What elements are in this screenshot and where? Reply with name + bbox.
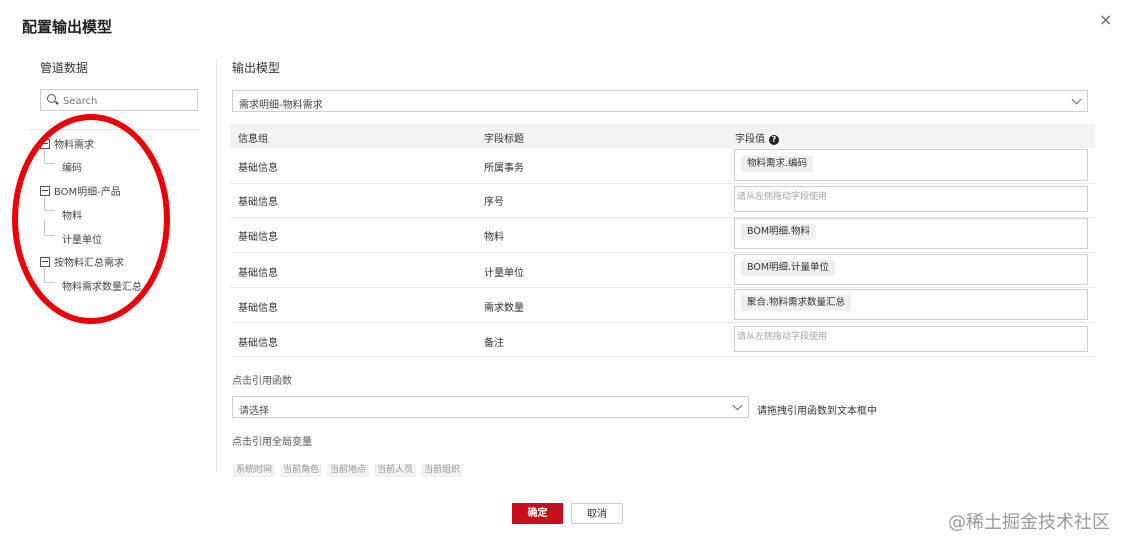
table-row: 基础信息 需求数量 聚合.物料需求数量汇总 <box>230 287 1095 323</box>
global-vars-list: 系统时间 当前角色 当前地点 当前人员 当前组织 <box>233 457 468 477</box>
global-var-system-time[interactable]: 系统时间 <box>233 464 276 477</box>
tree-node-aggregate-demand[interactable]: 按物料汇总需求 <box>40 254 124 269</box>
field-value-box[interactable]: 请从左侧拖动字段使用 <box>734 186 1088 212</box>
function-select-placeholder: 请选择 <box>239 406 269 417</box>
tree-leaf-unit[interactable]: 计量单位 <box>62 231 102 246</box>
output-model-select[interactable]: 需求明细-物料需求 <box>232 90 1088 112</box>
function-hint: 请拖拽引用函数到文本框中 <box>757 406 877 417</box>
tree-leaf-material[interactable]: 物料 <box>62 207 82 222</box>
close-icon[interactable]: × <box>1099 10 1112 29</box>
field-chip[interactable]: 物料需求.编码 <box>741 156 814 172</box>
dialog-title: 配置输出模型 <box>22 18 113 36</box>
row-group: 基础信息 <box>238 303 278 314</box>
header-field-title: 字段标题 <box>484 134 524 145</box>
output-model-title: 输出模型 <box>232 61 281 75</box>
global-var-current-org[interactable]: 当前组织 <box>421 464 464 477</box>
header-field-value: 字段值? <box>735 130 779 145</box>
output-model-value: 需求明细-物料需求 <box>239 100 323 111</box>
field-value-box[interactable]: 物料需求.编码 <box>734 149 1088 181</box>
field-value-box[interactable]: 聚合.物料需求数量汇总 <box>734 289 1088 320</box>
chevron-down-icon <box>732 400 743 411</box>
tree-connector <box>44 150 55 164</box>
table-row: 基础信息 备注 请从左侧拖动字段使用 <box>230 322 1095 357</box>
row-group: 基础信息 <box>238 268 278 279</box>
table-row: 基础信息 序号 请从左侧拖动字段使用 <box>230 183 1095 218</box>
tree-connector <box>44 220 55 236</box>
pipeline-data-title: 管道数据 <box>40 61 89 75</box>
row-field: 需求数量 <box>484 303 524 314</box>
tree-leaf-code[interactable]: 编码 <box>62 159 82 174</box>
tree-leaf-demand-sum[interactable]: 物料需求数量汇总 <box>62 278 142 293</box>
help-icon[interactable]: ? <box>769 135 779 145</box>
field-value-box[interactable]: BOM明细.计量单位 <box>734 254 1088 285</box>
search-icon <box>47 94 56 103</box>
row-field: 计量单位 <box>484 268 524 279</box>
field-value-box[interactable]: BOM明细.物料 <box>734 218 1088 249</box>
field-placeholder: 请从左侧拖动字段使用 <box>737 192 828 202</box>
collapse-icon[interactable] <box>40 186 50 196</box>
row-group: 基础信息 <box>238 163 278 174</box>
global-var-current-location[interactable]: 当前地点 <box>327 464 370 477</box>
search-input[interactable] <box>61 92 195 110</box>
field-chip[interactable]: BOM明细.物料 <box>741 224 817 240</box>
row-field: 备注 <box>484 338 504 349</box>
table-row: 基础信息 计量单位 BOM明细.计量单位 <box>230 252 1095 288</box>
tree-connector <box>44 268 55 283</box>
table-header: 信息组 字段标题 字段值? <box>230 124 1095 148</box>
confirm-button[interactable]: 确定 <box>512 503 563 524</box>
chevron-down-icon <box>1071 94 1082 105</box>
panel-divider <box>216 58 217 472</box>
tree-node-material-demand[interactable]: 物料需求 <box>40 136 94 151</box>
function-label: 点击引用函数 <box>232 376 292 387</box>
global-var-current-user[interactable]: 当前人员 <box>374 464 417 477</box>
collapse-icon[interactable] <box>40 257 50 267</box>
field-placeholder: 请从左侧拖动字段使用 <box>737 332 828 342</box>
tree-divider <box>28 129 200 130</box>
global-var-current-role[interactable]: 当前角色 <box>280 464 323 477</box>
field-value-box[interactable]: 请从左侧拖动字段使用 <box>734 326 1088 352</box>
field-chip[interactable]: 聚合.物料需求数量汇总 <box>741 295 852 311</box>
function-select[interactable]: 请选择 <box>232 396 749 418</box>
row-group: 基础信息 <box>238 232 278 243</box>
table-row: 基础信息 所属事务 物料需求.编码 <box>230 148 1095 184</box>
tree-connector <box>44 197 55 211</box>
cancel-button[interactable]: 取消 <box>571 503 623 524</box>
collapse-icon[interactable] <box>40 139 50 149</box>
field-chip[interactable]: BOM明细.计量单位 <box>741 260 836 276</box>
row-field: 物料 <box>484 232 504 243</box>
tree-node-bom-detail[interactable]: BOM明细-产品 <box>40 183 121 198</box>
header-info-group: 信息组 <box>238 134 268 145</box>
row-group: 基础信息 <box>238 338 278 349</box>
row-field: 序号 <box>484 197 504 208</box>
row-field: 所属事务 <box>484 163 524 174</box>
global-vars-label: 点击引用全局变量 <box>232 437 312 448</box>
watermark: @稀土掘金技术社区 <box>948 512 1110 533</box>
table-row: 基础信息 物料 BOM明细.物料 <box>230 217 1095 253</box>
row-group: 基础信息 <box>238 197 278 208</box>
search-box[interactable] <box>40 89 198 111</box>
